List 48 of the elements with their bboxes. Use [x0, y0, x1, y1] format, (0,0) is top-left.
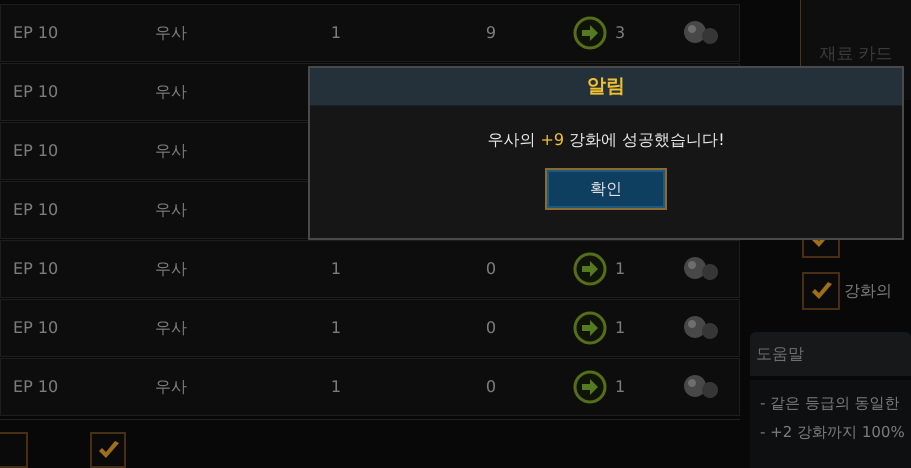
table-cell-text: 1 — [330, 376, 342, 398]
help-text: - +2 강화까지 100% — [760, 422, 906, 442]
table-cell-text: 우사 — [154, 81, 188, 103]
table-row[interactable]: EP 10 우사 1 0 1 — [0, 240, 740, 298]
table-cell-text: 우사 — [154, 376, 188, 398]
dialog-header: 알림 — [310, 68, 902, 106]
table-cell-text: 우사 — [154, 140, 188, 162]
ore-icon — [682, 256, 720, 282]
help-header: 도움말 — [750, 332, 911, 376]
table-cell-text: 0 — [484, 258, 498, 280]
table-cell-text: 우사 — [154, 199, 188, 221]
arrow-circle-icon — [573, 311, 607, 345]
table-cell-text: 1 — [614, 317, 626, 339]
table-cell-text: EP 10 — [12, 22, 60, 44]
checkbox[interactable] — [0, 432, 28, 468]
table-cell-text: EP 10 — [12, 376, 60, 398]
arrow-circle-icon — [573, 252, 607, 286]
table-cell-text: 1 — [330, 258, 342, 280]
table-cell-text: EP 10 — [12, 258, 60, 280]
ore-icon — [682, 374, 720, 400]
dialog-message: 우사의 +9 강화에 성공했습니다! — [486, 129, 726, 151]
table-cell-text: 1 — [330, 317, 342, 339]
option-label: 강화의 — [844, 280, 892, 302]
arrow-circle-icon — [573, 370, 607, 404]
table-cell-text: 0 — [484, 376, 498, 398]
table-cell-text: EP 10 — [12, 317, 60, 339]
table-row[interactable]: EP 10 우사 1 0 1 — [0, 358, 740, 416]
ore-icon — [682, 20, 720, 46]
table-cell-text: 3 — [614, 22, 626, 44]
table-row[interactable]: EP 10 우사 1 0 1 — [0, 299, 740, 357]
checkbox[interactable] — [90, 432, 126, 468]
table-cell-text: EP 10 — [12, 140, 60, 162]
table-row[interactable]: EP 10 우사 1 9 3 — [0, 4, 740, 62]
ore-icon — [682, 315, 720, 341]
table-cell-text: 우사 — [154, 22, 188, 44]
table-cell-text: 우사 — [154, 317, 188, 339]
table-cell-text: 9 — [484, 22, 498, 44]
confirm-button[interactable]: 확인 — [545, 168, 667, 210]
table-cell-text: 우사 — [154, 258, 188, 280]
checkbox[interactable] — [802, 272, 840, 310]
table-cell-text: EP 10 — [12, 199, 60, 221]
help-text: - 같은 등급의 동일한 — [760, 393, 901, 414]
table-cell-text: 1 — [614, 376, 626, 398]
table-cell-text: 0 — [484, 317, 498, 339]
table-cell-text: 1 — [330, 22, 342, 44]
table-cell-text: 1 — [614, 258, 626, 280]
arrow-circle-icon — [573, 16, 607, 50]
table-cell-text: EP 10 — [12, 81, 60, 103]
